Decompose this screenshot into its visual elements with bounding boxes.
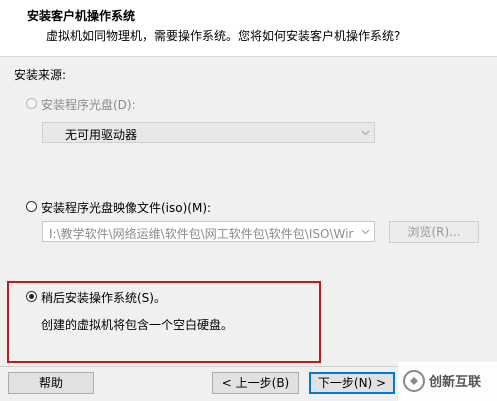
watermark: 创新互联 bbox=[398, 362, 497, 401]
iso-radio-label: 安装程序光盘映像文件(iso)(M): bbox=[41, 201, 212, 215]
later-radio-label: 稍后安装操作系统(S)。 bbox=[41, 291, 166, 305]
iso-path-input[interactable]: I:\教学软件\网络运维\软件包\网工软件包\软件包\ISO\Wir bbox=[42, 221, 375, 242]
help-button[interactable]: 帮助 bbox=[8, 372, 94, 394]
next-button[interactable]: 下一步(N) > bbox=[309, 372, 395, 394]
later-description: 创建的虚拟机将包含一个空白硬盘。 bbox=[41, 318, 234, 332]
page-title: 安装客户机操作系统 bbox=[27, 9, 136, 23]
iso-radio[interactable] bbox=[26, 201, 37, 212]
back-button[interactable]: < 上一步(B) bbox=[212, 372, 299, 394]
watermark-text: 创新互联 bbox=[429, 375, 482, 390]
browse-button[interactable]: 浏览(R)... bbox=[389, 221, 479, 243]
drive-select-value: 无可用驱动器 bbox=[65, 128, 138, 142]
drive-select[interactable]: 无可用驱动器 bbox=[42, 122, 375, 143]
later-radio[interactable] bbox=[26, 291, 37, 302]
watermark-logo-icon bbox=[403, 370, 425, 392]
chevron-down-icon bbox=[361, 229, 370, 235]
page-subtitle: 虚拟机如同物理机，需要操作系统。您将如何安装客户机操作系统? bbox=[46, 29, 401, 43]
disc-radio-label: 安装程序光盘(D): bbox=[41, 98, 136, 112]
install-source-label: 安装来源: bbox=[14, 68, 67, 82]
chevron-down-icon bbox=[361, 130, 370, 136]
wizard-header: 安装客户机操作系统 虚拟机如同物理机，需要操作系统。您将如何安装客户机操作系统? bbox=[0, 0, 497, 57]
iso-path-value: I:\教学软件\网络运维\软件包\网工软件包\软件包\ISO\Wir bbox=[49, 227, 354, 241]
disc-radio[interactable] bbox=[26, 98, 37, 109]
